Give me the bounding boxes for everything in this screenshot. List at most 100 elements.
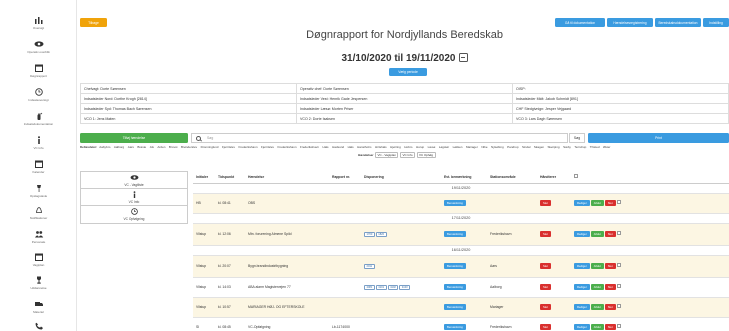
department-filter-item[interactable]: Fjerritslev <box>222 145 235 149</box>
close-button[interactable]: Afslut <box>590 200 604 206</box>
sidebar-item[interactable]: Kontakt <box>0 322 77 331</box>
preparedness-button[interactable]: Beredskabsdokumentation <box>655 18 701 27</box>
sidebar-item[interactable]: Kalender <box>0 160 77 174</box>
department-filter-item[interactable]: Mariager <box>466 145 478 149</box>
print-button[interactable]: Print <box>588 133 729 143</box>
table-row[interactable]: SI kl. 08:45 VC-Opfølgning Lb-1174000 Bemærk… <box>193 317 729 331</box>
sidebar-item[interactable]: VC Info <box>0 136 77 150</box>
delete-button[interactable]: Slet <box>540 284 551 290</box>
department-filter-item[interactable]: Frederikshavn <box>278 145 297 149</box>
delete-button[interactable]: Slet <box>540 324 551 330</box>
note-button[interactable]: Bemærkning <box>444 200 466 206</box>
event-registration-button[interactable]: Hændelsesregistrering <box>607 18 653 27</box>
department-filter-item[interactable]: Fjerritslev <box>261 145 274 149</box>
close-button[interactable]: Afslut <box>590 263 604 269</box>
department-filter-item[interactable]: Løgstør <box>439 145 449 149</box>
edit-button[interactable]: Rediger <box>574 200 590 206</box>
department-filter-item[interactable]: Læsø <box>428 145 436 149</box>
department-filter-item[interactable]: Frederikshavn <box>238 145 257 149</box>
delete-button[interactable]: Slet <box>604 284 616 290</box>
delete-button[interactable]: Slet <box>540 231 551 237</box>
edit-button[interactable]: Rediger <box>574 284 590 290</box>
edit-button[interactable]: Rediger <box>574 304 590 310</box>
row-checkbox[interactable] <box>616 324 621 328</box>
edit-button[interactable]: Rediger <box>574 263 590 269</box>
department-filter-item[interactable]: Hals <box>348 145 354 149</box>
delete-button[interactable]: Slet <box>604 263 616 269</box>
back-button[interactable]: Tilbage <box>80 18 107 27</box>
department-filter-item[interactable]: Sindal <box>522 145 530 149</box>
close-button[interactable]: Afslut <box>590 284 604 290</box>
department-filter-item[interactable]: Brovst <box>169 145 178 149</box>
vehicle-chip[interactable]: 1700 <box>364 231 375 237</box>
department-filter-item[interactable]: Nykøbing <box>491 145 504 149</box>
close-button[interactable]: Afslut <box>590 231 604 237</box>
delete-button[interactable]: Slet <box>604 200 616 206</box>
search-button[interactable]: Søg <box>569 133 585 143</box>
row-checkbox[interactable] <box>616 231 621 235</box>
select-period-button[interactable]: Vælg periode <box>389 68 427 76</box>
sidebar-item[interactable]: Operativ overblik <box>0 40 77 54</box>
department-filter-item[interactable]: Arden <box>157 145 165 149</box>
table-row[interactable]: Vilstup kl. 14:03 ABA alarm Magistervejen … <box>193 277 729 298</box>
department-filter-item[interactable]: Skørping <box>548 145 560 149</box>
department-filter-item[interactable]: Thisted <box>590 145 600 149</box>
sidebar-item[interactable]: Uddannelse <box>0 276 77 290</box>
vehicle-chip[interactable]: 4103 <box>399 284 411 290</box>
sidebar-item[interactable]: Notifikationer <box>0 206 77 220</box>
note-button[interactable]: Bemærkning <box>444 231 466 237</box>
department-filter-item[interactable]: Frederikshavn <box>300 145 319 149</box>
department-filter-item[interactable]: Løkken <box>453 145 463 149</box>
delete-button[interactable]: Slet <box>604 324 616 330</box>
note-button[interactable]: Bemærkning <box>444 263 466 269</box>
sidebar-item[interactable]: Materiel <box>0 300 77 314</box>
department-filter-item[interactable]: Hals <box>323 145 329 149</box>
minus-icon[interactable] <box>458 53 468 62</box>
department-filter-item[interactable]: Terndrup <box>574 145 586 149</box>
row-checkbox[interactable] <box>616 304 621 308</box>
event-filter-chip[interactable]: VC Info <box>399 152 415 158</box>
department-filter-item[interactable]: Aalborg <box>114 145 124 149</box>
department-filter-item[interactable]: Hurup <box>416 145 424 149</box>
delete-button[interactable]: Slet <box>540 304 551 310</box>
department-filter-item[interactable]: Brønderslev <box>181 145 197 149</box>
note-button[interactable]: Bemærkning <box>444 324 466 330</box>
table-row[interactable]: Vilstup kl. 10:57 MARIAGER HØJ- OG EFTERSK… <box>193 297 729 318</box>
table-row[interactable]: Vilstup kl. 12:06 Mtn. forurening Almene S… <box>193 223 729 246</box>
sidebar-item[interactable]: Døgnrapport <box>0 64 77 78</box>
sidebar-item[interactable]: Vagtplan <box>0 253 77 267</box>
panel-item[interactable]: VC Opfølgning <box>81 206 187 223</box>
sidebar-item[interactable]: Opslagstavle <box>0 184 77 198</box>
select-all-checkbox[interactable] <box>574 174 578 179</box>
table-row[interactable]: HB kl. 08:41 OBS Bemærkning Slet Rediger Afslu… <box>193 193 729 214</box>
delete-button[interactable]: Slet <box>604 304 616 310</box>
sidebar-item[interactable]: Personale <box>0 230 77 244</box>
department-filter-item[interactable]: Hobro <box>404 145 412 149</box>
department-filter-item[interactable]: Øster <box>603 145 610 149</box>
department-filter-item[interactable]: Sæby <box>563 145 571 149</box>
sidebar-item[interactable]: Oversigt <box>0 16 77 30</box>
department-filter-item[interactable]: Hadsund <box>332 145 344 149</box>
docs-button[interactable]: Gå til dokumentation <box>555 18 605 27</box>
sidebar-item[interactable]: Indsatsdokumentation <box>0 112 77 126</box>
panel-item[interactable]: VC - Vagtliste <box>81 172 187 189</box>
department-filter-item[interactable]: Pandrup <box>507 145 518 149</box>
close-button[interactable]: Afslut <box>590 324 604 330</box>
department-filter-item[interactable]: Skagen <box>534 145 544 149</box>
edit-button[interactable]: Rediger <box>574 231 590 237</box>
department-filter-item[interactable]: Brøste <box>137 145 146 149</box>
row-checkbox[interactable] <box>616 284 621 288</box>
department-filter-item[interactable]: Hanstholm <box>357 145 371 149</box>
search-bar[interactable]: Søg <box>191 133 568 143</box>
department-filter-item[interactable]: Hirtshals <box>375 145 387 149</box>
delete-button[interactable]: Slet <box>604 231 616 237</box>
edit-button[interactable]: Rediger <box>574 324 590 330</box>
note-button[interactable]: Bemærkning <box>444 284 466 290</box>
event-filter-chip[interactable]: VC - Vagtplan <box>375 152 399 158</box>
vehicle-chip[interactable]: 4102 <box>387 284 399 290</box>
vehicle-chip[interactable]: 4081 <box>364 284 375 290</box>
department-filter-item[interactable]: Nibe <box>481 145 487 149</box>
vehicle-chip[interactable]: 4101 <box>375 284 387 290</box>
vehicle-chip[interactable]: 1820 <box>375 231 387 237</box>
settings-button[interactable]: Indstilling <box>703 18 729 27</box>
